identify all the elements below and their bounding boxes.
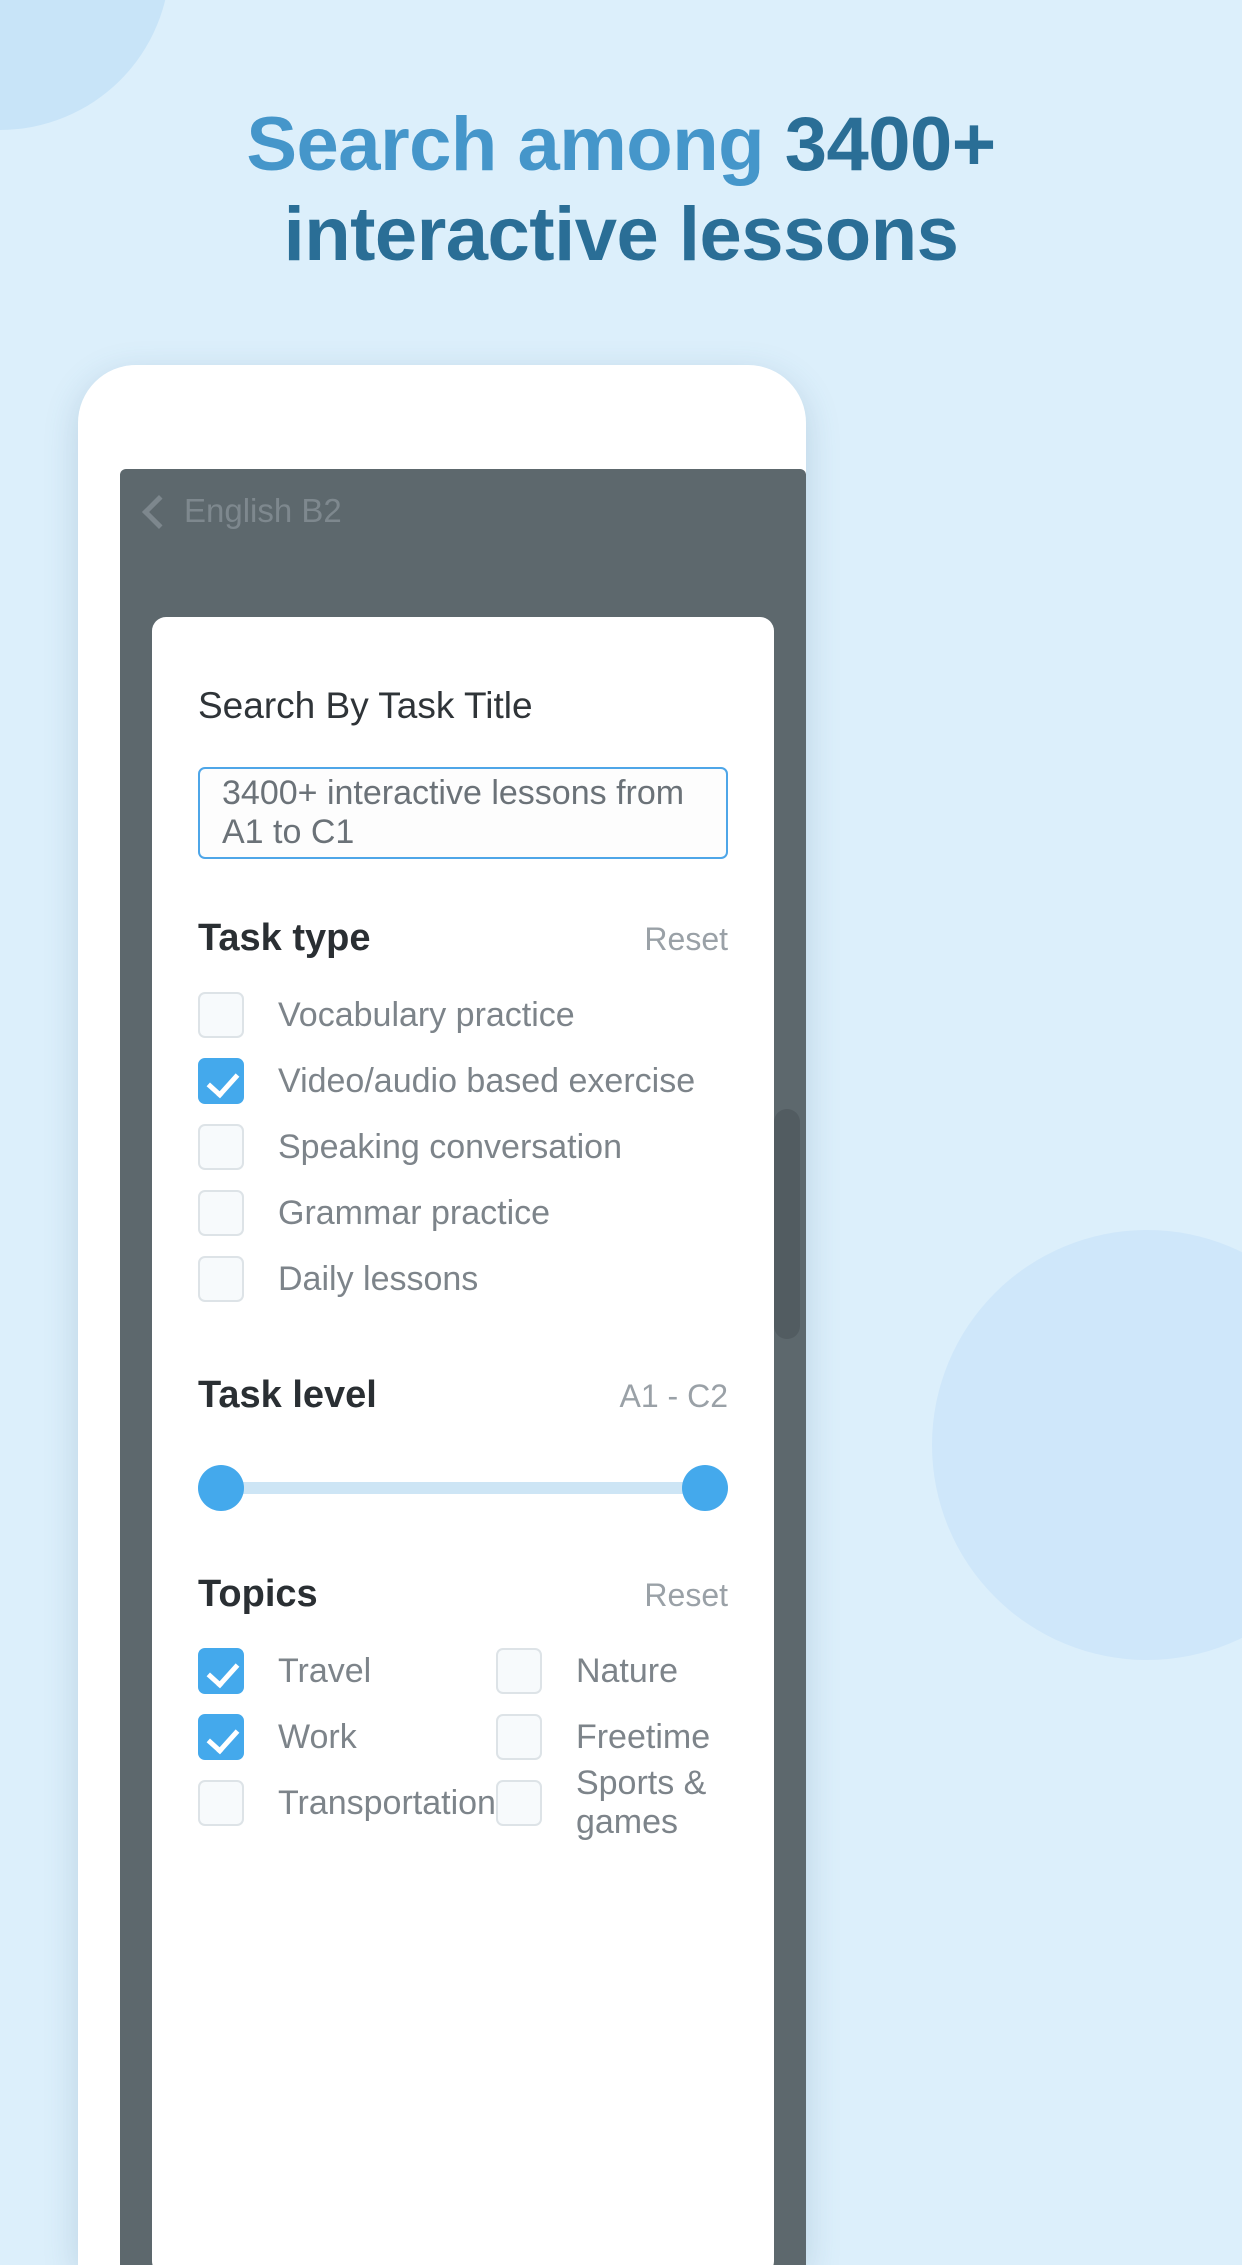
task-level-header: Task level A1 - C2 — [198, 1374, 728, 1417]
app-bar-title: English B2 — [184, 492, 342, 529]
list-item-label: Daily lessons — [278, 1259, 479, 1298]
list-item[interactable]: Travel — [198, 1638, 496, 1704]
list-item-label: Transportation — [278, 1783, 496, 1822]
headline-line-two: interactive lessons — [283, 191, 959, 277]
checkbox-icon[interactable] — [198, 992, 244, 1038]
topics-options: Travel Nature Work Freetime Transportati… — [198, 1638, 728, 1841]
topics-header: Topics Reset — [198, 1573, 728, 1616]
topics-reset-button[interactable]: Reset — [644, 1577, 728, 1614]
list-item-label: Sports & games — [575, 1764, 707, 1841]
list-item[interactable]: Freetime — [495, 1704, 728, 1770]
headline-part-count: 3400+ — [784, 102, 996, 187]
checkbox-checked-icon[interactable] — [198, 1058, 244, 1104]
phone-screen: English B2 Search By Task Title 3400+ in… — [120, 469, 806, 2265]
list-item-label: Grammar practice — [278, 1193, 551, 1232]
list-item-label: Freetime — [575, 1717, 711, 1756]
topics-title: Topics — [198, 1573, 318, 1615]
task-level-range-slider[interactable] — [198, 1465, 728, 1511]
task-type-reset-button[interactable]: Reset — [644, 921, 728, 958]
page-headline: Search among 3400+ interactive lessons — [0, 100, 1242, 279]
task-level-title: Task level — [198, 1374, 377, 1416]
background-blob-right — [932, 1230, 1242, 1660]
modal-title: Search By Task Title — [198, 685, 533, 726]
checkbox-icon[interactable] — [198, 1190, 244, 1236]
checkbox-icon[interactable] — [198, 1256, 244, 1302]
list-item[interactable]: Transportation — [198, 1770, 496, 1836]
back-chevron-icon[interactable] — [136, 494, 170, 528]
search-input-value: 3400+ interactive lessons from A1 to C1 — [222, 774, 685, 851]
task-type-title: Task type — [198, 917, 371, 959]
checkbox-icon[interactable] — [198, 1124, 244, 1170]
task-type-options: Vocabulary practice Video/audio based ex… — [198, 982, 728, 1312]
checkbox-checked-icon[interactable] — [198, 1648, 244, 1694]
list-item[interactable]: Vocabulary practice — [198, 982, 728, 1048]
list-item[interactable]: Sports & games — [495, 1764, 728, 1841]
task-type-header: Task type Reset — [198, 917, 728, 960]
checkbox-icon[interactable] — [198, 1780, 244, 1826]
slider-handle-min[interactable] — [198, 1465, 244, 1511]
list-item-label: Work — [278, 1717, 357, 1756]
list-item-label: Travel — [278, 1651, 372, 1690]
list-item[interactable]: Nature — [495, 1638, 728, 1704]
checkbox-icon[interactable] — [495, 1780, 542, 1826]
checkbox-icon[interactable] — [495, 1714, 542, 1760]
list-item[interactable]: Video/audio based exercise — [198, 1048, 728, 1114]
checkbox-icon[interactable] — [495, 1648, 542, 1694]
background-scrollbar[interactable] — [774, 1109, 800, 1339]
slider-track — [206, 1482, 720, 1494]
phone-mockup: English B2 Search By Task Title 3400+ in… — [78, 365, 806, 2265]
checkbox-checked-icon[interactable] — [198, 1714, 244, 1760]
list-item[interactable]: Speaking conversation — [198, 1114, 728, 1180]
headline-part-light: Search among — [246, 102, 785, 187]
list-item-label: Vocabulary practice — [278, 995, 575, 1034]
list-item-label: Nature — [575, 1651, 679, 1690]
list-item[interactable]: Daily lessons — [198, 1246, 728, 1312]
app-bar-behind-modal: English B2 — [120, 469, 806, 553]
list-item-label: Video/audio based exercise — [278, 1061, 696, 1100]
list-item[interactable]: Grammar practice — [198, 1180, 728, 1246]
list-item-label: Speaking conversation — [278, 1127, 623, 1166]
task-level-value: A1 - C2 — [619, 1378, 728, 1414]
search-filter-modal: Search By Task Title 3400+ interactive l… — [152, 617, 774, 2265]
search-input[interactable]: 3400+ interactive lessons from A1 to C1 — [198, 767, 728, 859]
slider-handle-max[interactable] — [682, 1465, 728, 1511]
list-item[interactable]: Work — [198, 1704, 496, 1770]
